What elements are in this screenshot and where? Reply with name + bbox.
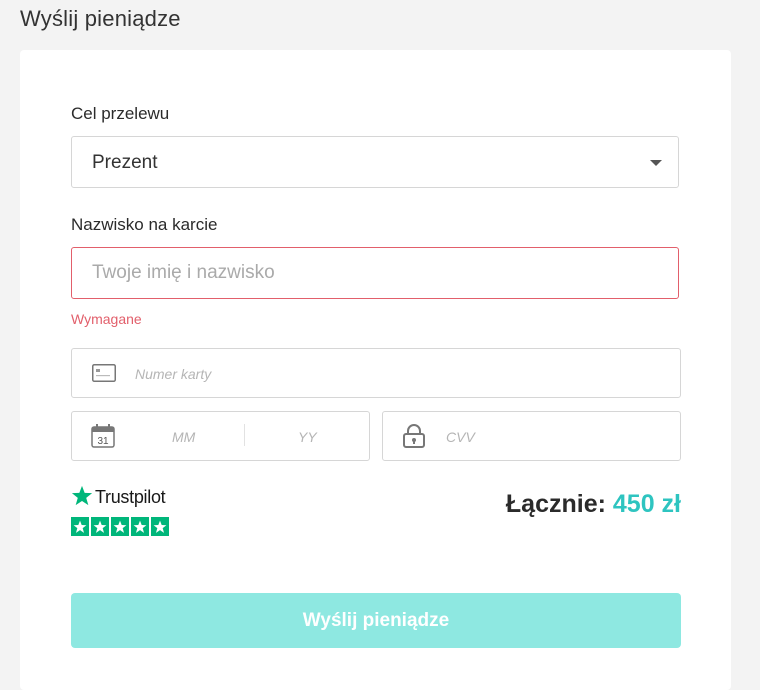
purpose-select[interactable]: Prezent — [71, 136, 679, 188]
trustpilot-rating — [71, 517, 169, 536]
cvv-field[interactable]: CVV — [382, 411, 681, 461]
name-error-message: Wymagane — [71, 311, 142, 327]
lock-icon — [403, 424, 425, 448]
name-label: Nazwisko na karcie — [71, 215, 218, 234]
star-icon — [131, 517, 149, 536]
cvv-placeholder: CVV — [446, 429, 475, 445]
name-field-wrapper — [71, 247, 679, 299]
purpose-select-value: Prezent — [92, 152, 158, 173]
purpose-label: Cel przelewu — [71, 104, 170, 123]
chevron-down-icon — [650, 160, 662, 166]
name-input[interactable] — [72, 248, 678, 298]
total-label: Łącznie: — [505, 490, 606, 518]
total-amount: 450 zł — [612, 490, 681, 518]
expiry-year-input[interactable]: YY — [298, 429, 317, 445]
expiry-month-input[interactable]: MM — [172, 429, 195, 445]
expiry-divider — [244, 424, 245, 446]
trustpilot-star-icon — [71, 485, 93, 506]
total-summary: Łącznie: 450 zł — [506, 490, 681, 519]
credit-card-icon — [92, 364, 116, 382]
payment-card: Cel przelewu Prezent Nazwisko na karcie … — [20, 50, 731, 690]
expiry-field[interactable]: 31 MM YY — [71, 411, 370, 461]
star-icon — [91, 517, 109, 536]
star-icon — [111, 517, 129, 536]
trustpilot-name: Trustpilot — [95, 487, 166, 507]
send-money-button[interactable]: Wyślij pieniądze — [71, 593, 681, 648]
calendar-day: 31 — [97, 436, 109, 447]
star-icon — [71, 517, 89, 536]
calendar-icon: 31 — [91, 424, 115, 448]
card-number-field[interactable]: Numer karty — [71, 348, 681, 398]
page-title: Wyślij pieniądze — [20, 6, 181, 31]
card-number-placeholder: Numer karty — [135, 366, 212, 382]
star-icon — [151, 517, 169, 536]
